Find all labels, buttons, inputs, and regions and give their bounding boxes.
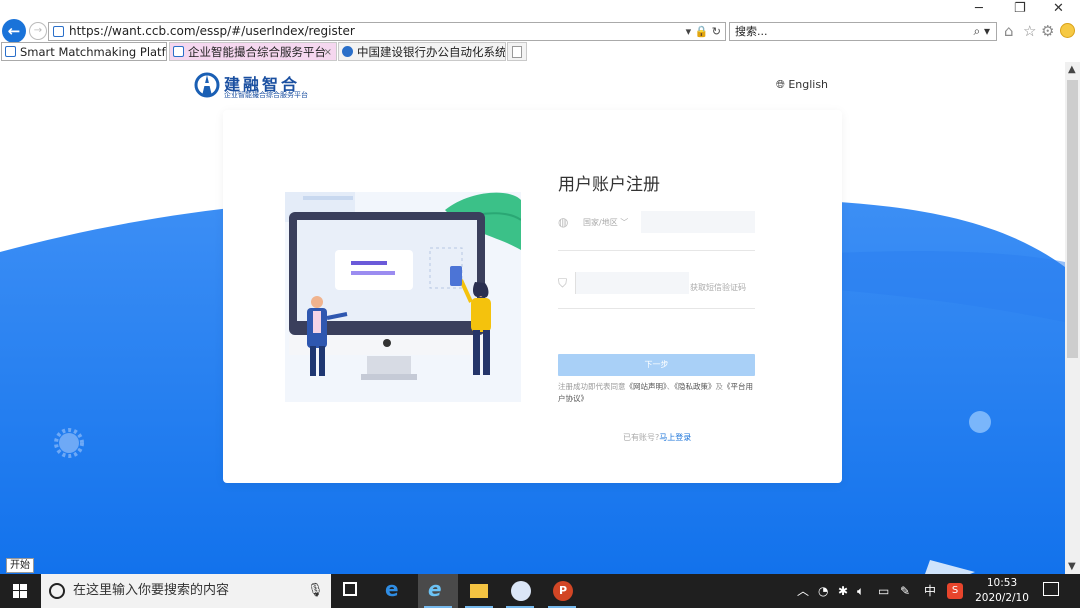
globe-icon: 🌐︎ bbox=[776, 78, 785, 91]
restore-icon[interactable]: ❐ bbox=[1014, 1, 1026, 16]
windows-logo-icon bbox=[13, 584, 27, 598]
agreement-text: 注册成功即代表同意《网站声明》、《隐私政策》及《平台用户协议》 bbox=[558, 381, 758, 405]
start-tooltip: 开始 bbox=[6, 558, 34, 573]
scroll-up-icon[interactable]: ▲ bbox=[1068, 64, 1076, 75]
folder-icon bbox=[470, 584, 488, 598]
next-button[interactable]: 下一步 bbox=[558, 354, 755, 376]
scroll-down-icon[interactable]: ▼ bbox=[1068, 561, 1076, 572]
battery-icon[interactable]: ▭ bbox=[878, 574, 889, 608]
get-code-link[interactable]: 获取短信验证码 bbox=[690, 282, 746, 293]
tab-enterprise-platform[interactable]: 企业智能撮合综合服务平台 × bbox=[169, 42, 337, 61]
tab-favicon bbox=[5, 46, 16, 57]
shield-icon: ⛉ bbox=[558, 276, 568, 290]
chevron-down-icon: ﹀ bbox=[620, 218, 629, 227]
cortana-icon bbox=[49, 583, 65, 599]
edge-icon: e bbox=[385, 577, 399, 601]
country-label: 国家/地区 bbox=[583, 218, 618, 227]
taskbar-mail[interactable] bbox=[500, 574, 540, 608]
search-icon[interactable]: ⌕ ▾ bbox=[973, 23, 990, 40]
tab-strip: Smart Matchmaking Platform 企业智能撮合综合服务平台 … bbox=[0, 42, 1080, 61]
register-card: 用户账户注册 ◍ 国家/地区 ﹀ ⛉ 获取短信验证码 下一步 注册成功即代表同意… bbox=[223, 110, 842, 483]
country-select[interactable]: 国家/地区 ﹀ bbox=[583, 217, 628, 228]
agreement-and: 及 bbox=[715, 382, 724, 391]
logo-subtitle: 企业智能撮合综合服务平台 bbox=[224, 91, 308, 99]
forward-button[interactable]: → bbox=[29, 22, 47, 40]
home-icon[interactable]: ⌂ bbox=[1004, 22, 1014, 40]
tab-favicon bbox=[173, 46, 184, 57]
page-icon bbox=[53, 26, 64, 37]
show-hidden-icons[interactable]: ︿ bbox=[797, 574, 809, 608]
tab-close-icon[interactable]: × bbox=[324, 43, 332, 60]
tab-smart-matchmaking[interactable]: Smart Matchmaking Platform bbox=[1, 42, 167, 61]
start-button[interactable] bbox=[0, 574, 41, 608]
tab-ccb-office[interactable]: 中国建设银行办公自动化系统 bbox=[338, 42, 506, 61]
browser-search-placeholder: 搜索... bbox=[735, 25, 768, 38]
taskbar-edge[interactable]: e bbox=[375, 574, 415, 608]
address-bar[interactable]: https://want.ccb.com/essp/#/userIndex/re… bbox=[48, 22, 726, 41]
ie-icon: e bbox=[428, 577, 442, 601]
register-title: 用户账户注册 bbox=[558, 175, 660, 195]
globe-icon: ◍ bbox=[558, 215, 569, 229]
volume-icon[interactable]: 🔈︎ bbox=[857, 574, 864, 608]
task-view-icon bbox=[343, 582, 357, 596]
powerpoint-icon: P bbox=[553, 581, 573, 601]
tab-label: Smart Matchmaking Platform bbox=[20, 45, 166, 59]
site-statement-link[interactable]: 《网站声明》 bbox=[626, 382, 667, 391]
network-icon[interactable]: ◔ bbox=[818, 574, 828, 608]
microphone-icon[interactable]: 🎙︎ bbox=[307, 574, 324, 608]
task-view-button[interactable] bbox=[331, 574, 371, 608]
taskbar-file-explorer[interactable] bbox=[459, 574, 499, 608]
ime-indicator[interactable]: 中 bbox=[924, 574, 936, 608]
mail-icon bbox=[511, 581, 531, 601]
page-content: 建融智合 企业智能撮合综合服务平台 🌐︎ English 用户账户注册 ◍ 国家… bbox=[0, 62, 1065, 574]
browser-chrome: ─ ❐ ✕ ← → https://want.ccb.com/essp/#/us… bbox=[0, 0, 1080, 62]
taskbar: 在这里输入你要搜索的内容 🎙︎ e e P ︿ ◔ ✱ 🔈︎ ▭ ✎ 中 S 1… bbox=[0, 574, 1080, 608]
language-label: English bbox=[788, 78, 829, 91]
taskbar-search-placeholder: 在这里输入你要搜索的内容 bbox=[73, 583, 230, 598]
login-prompt-text: 已有账号? bbox=[623, 433, 660, 442]
code-row: ⛉ 获取短信验证码 bbox=[558, 272, 755, 309]
address-tools[interactable]: ▾ 🔒 ↻ bbox=[686, 23, 721, 40]
close-window-icon[interactable]: ✕ bbox=[1053, 1, 1064, 16]
tab-label: 企业智能撮合综合服务平台 bbox=[188, 45, 326, 59]
agreement-prefix: 注册成功即代表同意 bbox=[558, 382, 626, 391]
tab-label: 中国建设银行办公自动化系统 bbox=[357, 45, 506, 59]
code-input[interactable] bbox=[575, 272, 689, 294]
scroll-thumb[interactable] bbox=[1067, 80, 1078, 358]
browser-search-box[interactable]: 搜索... ⌕ ▾ bbox=[729, 22, 997, 41]
language-switch[interactable]: 🌐︎ English bbox=[776, 78, 828, 92]
illustration bbox=[285, 192, 521, 402]
favorites-star-icon[interactable]: ☆ bbox=[1023, 22, 1036, 40]
pen-icon[interactable]: ✎ bbox=[900, 574, 910, 608]
address-url: https://want.ccb.com/essp/#/userIndex/re… bbox=[69, 24, 355, 38]
settings-gear-icon[interactable]: ⚙ bbox=[1041, 22, 1054, 40]
clock-date: 2020/2/10 bbox=[975, 592, 1029, 604]
taskbar-search-box[interactable]: 在这里输入你要搜索的内容 🎙︎ bbox=[41, 574, 331, 608]
ccb-logo-icon bbox=[194, 72, 220, 98]
sogou-ime-icon[interactable]: S bbox=[947, 583, 963, 599]
back-button[interactable]: ← bbox=[2, 19, 26, 43]
login-link[interactable]: 马上登录 bbox=[659, 433, 691, 442]
login-prompt: 已有账号?马上登录 bbox=[623, 432, 691, 443]
vertical-scrollbar[interactable]: ▲ ▼ bbox=[1065, 62, 1080, 574]
ie-icon bbox=[342, 46, 353, 57]
new-tab-icon bbox=[512, 46, 522, 58]
clock[interactable]: 10:53 2020/2/10 bbox=[972, 576, 1032, 606]
taskbar-powerpoint[interactable]: P bbox=[542, 574, 582, 608]
notification-icon[interactable] bbox=[1043, 582, 1059, 596]
taskbar-ie[interactable]: e bbox=[418, 574, 458, 608]
phone-row: ◍ 国家/地区 ﹀ bbox=[558, 211, 755, 251]
new-tab-button[interactable] bbox=[507, 42, 527, 61]
smiley-feedback-icon[interactable] bbox=[1060, 23, 1075, 38]
minimize-icon[interactable]: ─ bbox=[975, 1, 983, 16]
bluetooth-icon[interactable]: ✱ bbox=[838, 574, 848, 608]
clock-time: 10:53 bbox=[986, 577, 1018, 589]
privacy-policy-link[interactable]: 《隐私政策》 bbox=[674, 382, 715, 391]
phone-input[interactable] bbox=[641, 211, 755, 233]
